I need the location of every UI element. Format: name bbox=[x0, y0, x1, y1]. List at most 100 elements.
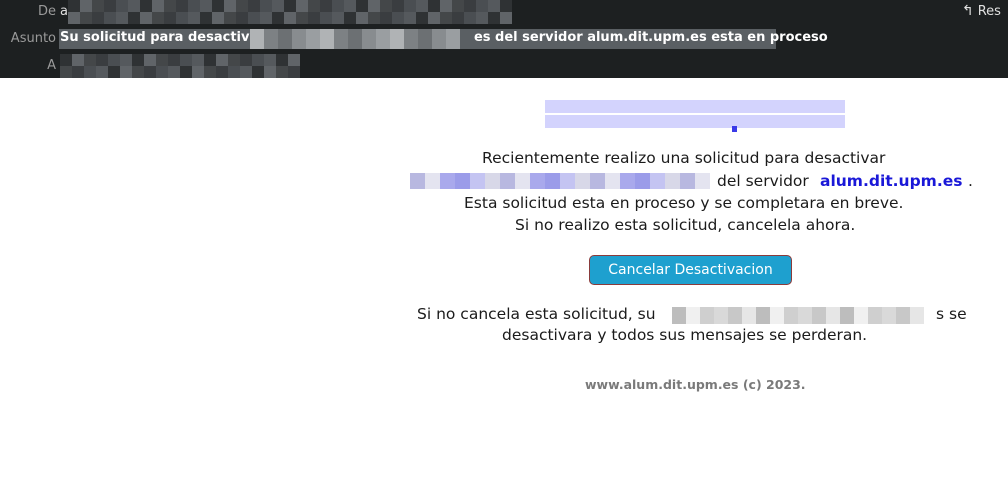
redaction-block bbox=[455, 173, 470, 189]
redaction-block bbox=[140, 12, 152, 24]
redaction-block bbox=[260, 0, 272, 12]
redaction-block bbox=[695, 100, 710, 113]
redaction-block bbox=[428, 0, 440, 12]
redaction-block bbox=[770, 307, 784, 324]
redaction-block bbox=[92, 0, 104, 12]
redaction-block bbox=[545, 100, 560, 113]
redaction-block bbox=[680, 100, 695, 113]
redaction-block bbox=[742, 307, 756, 324]
redaction-block bbox=[180, 54, 192, 66]
redaction-block bbox=[416, 0, 428, 12]
redaction-block bbox=[650, 173, 665, 189]
redaction-block bbox=[224, 0, 236, 12]
redaction-block bbox=[344, 12, 356, 24]
redaction-block bbox=[152, 12, 164, 24]
redaction-block bbox=[252, 66, 264, 78]
reply-label: Res bbox=[977, 3, 1001, 19]
redaction-block bbox=[500, 0, 512, 12]
redaction-block bbox=[620, 115, 635, 128]
redaction-block bbox=[500, 173, 515, 189]
redaction-block bbox=[344, 0, 356, 12]
redaction-block bbox=[368, 12, 380, 24]
redaction-block bbox=[635, 100, 650, 113]
redaction-block bbox=[485, 173, 500, 189]
redaction-block bbox=[240, 66, 252, 78]
redaction-block bbox=[815, 100, 830, 113]
redaction-block bbox=[308, 0, 320, 12]
redaction-block bbox=[452, 0, 464, 12]
redaction-block bbox=[488, 0, 500, 12]
redaction-block bbox=[168, 54, 180, 66]
redaction-block bbox=[128, 12, 140, 24]
redaction-block bbox=[756, 307, 770, 324]
redaction-block bbox=[348, 29, 362, 49]
redaction-block bbox=[80, 0, 92, 12]
redaction-block bbox=[216, 66, 228, 78]
redaction-block bbox=[368, 0, 380, 12]
redaction-block bbox=[784, 307, 798, 324]
reply-button[interactable]: ↰ Res bbox=[962, 0, 1008, 22]
redaction-block bbox=[96, 54, 108, 66]
redaction-block bbox=[560, 115, 575, 128]
redaction-block bbox=[470, 173, 485, 189]
redaction-block bbox=[605, 173, 620, 189]
redaction-block bbox=[650, 100, 665, 113]
redaction-block bbox=[428, 12, 440, 24]
redaction-block bbox=[84, 66, 96, 78]
redaction-block bbox=[296, 0, 308, 12]
redaction-block bbox=[635, 173, 650, 189]
redaction-block bbox=[464, 12, 476, 24]
redaction-block bbox=[72, 66, 84, 78]
redaction-block bbox=[240, 54, 252, 66]
redaction-block bbox=[672, 307, 686, 324]
redaction-block bbox=[755, 100, 770, 113]
redaction-block bbox=[200, 12, 212, 24]
cancel-deactivation-button[interactable]: Cancelar Desactivacion bbox=[589, 255, 792, 285]
redaction-block bbox=[68, 12, 80, 24]
redaction-block bbox=[116, 0, 128, 12]
redaction-block bbox=[156, 54, 168, 66]
redaction-block bbox=[830, 115, 845, 128]
redaction-block bbox=[320, 0, 332, 12]
redaction-block bbox=[276, 54, 288, 66]
redaction-block bbox=[278, 29, 292, 49]
subject-start: Su solicitud para desactivar a bbox=[60, 30, 278, 45]
redaction-block bbox=[868, 307, 882, 324]
redaction-block bbox=[700, 307, 714, 324]
redaction-block bbox=[180, 66, 192, 78]
redaction-block bbox=[212, 12, 224, 24]
redaction-block bbox=[815, 115, 830, 128]
redaction-block bbox=[418, 29, 432, 49]
redaction-block bbox=[380, 0, 392, 12]
redaction-block bbox=[404, 29, 418, 49]
from-value[interactable]: a bbox=[60, 4, 68, 19]
redaction-block bbox=[356, 12, 368, 24]
redaction-block bbox=[288, 54, 300, 66]
to-address-redacted bbox=[60, 54, 302, 78]
redaction-block bbox=[104, 12, 116, 24]
subject-label: Asunto bbox=[10, 31, 56, 46]
redaction-block bbox=[362, 29, 376, 49]
body-period: . bbox=[968, 172, 973, 190]
redaction-block bbox=[812, 307, 826, 324]
redaction-block bbox=[376, 29, 390, 49]
redaction-block bbox=[488, 12, 500, 24]
redaction-block bbox=[650, 115, 665, 128]
server-link[interactable]: alum.dit.upm.es bbox=[820, 172, 962, 190]
redaction-block bbox=[188, 0, 200, 12]
redaction-block bbox=[84, 54, 96, 66]
redaction-block bbox=[80, 12, 92, 24]
redaction-block bbox=[590, 100, 605, 113]
redaction-block bbox=[200, 0, 212, 12]
redaction-block bbox=[854, 307, 868, 324]
redaction-block bbox=[264, 54, 276, 66]
redaction-block bbox=[440, 173, 455, 189]
from-label: De bbox=[37, 4, 56, 19]
logo-redacted bbox=[545, 100, 845, 130]
redaction-block bbox=[665, 173, 680, 189]
redaction-block bbox=[320, 12, 332, 24]
body-line-5-end: s se bbox=[936, 305, 967, 323]
redaction-block bbox=[432, 29, 446, 49]
redaction-block bbox=[284, 12, 296, 24]
redaction-block bbox=[798, 307, 812, 324]
